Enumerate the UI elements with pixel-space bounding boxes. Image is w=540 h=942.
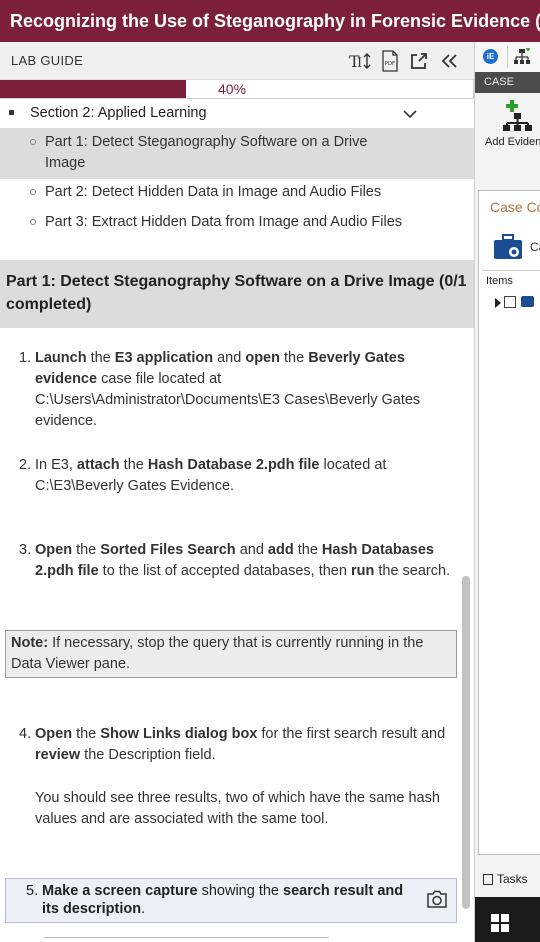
section-bullet xyxy=(9,110,14,115)
step-number: 5. xyxy=(26,883,39,899)
body-text: the Description field. xyxy=(80,747,216,763)
step-4-text: Open the Show Links dialog box for the f… xyxy=(35,724,460,766)
section-label: Section 2: Applied Learning xyxy=(30,105,207,121)
body-text: the xyxy=(72,726,101,742)
step-4-followup-text: You should see three results, two of whi… xyxy=(35,790,440,827)
body-text: the xyxy=(86,350,115,366)
pdf-icon[interactable]: PDF xyxy=(377,48,403,74)
items-tree: Items xyxy=(482,270,540,855)
horizontal-scrollbar[interactable] xyxy=(44,937,329,942)
body-text: to the list of accepted databases, then xyxy=(98,563,351,579)
section-2-row[interactable]: Section 2: Applied Learning xyxy=(0,100,474,128)
part-2-link[interactable]: Part 2: Detect Hidden Data in Image and … xyxy=(0,182,474,208)
step-5-text: Make a screen capture showing the search… xyxy=(42,882,422,918)
emphasis-text: attach xyxy=(76,457,120,473)
body-text: . xyxy=(141,901,146,917)
step-number: 3. xyxy=(19,542,32,558)
emphasis-text: Launch xyxy=(35,350,87,366)
items-label: Items xyxy=(486,275,513,287)
case-content-panel: Case Content Ca Items xyxy=(478,190,540,855)
lab-guide-pane: LAB GUIDE TI PDF 40% Section 2: Applied … xyxy=(0,42,474,942)
emphasis-text: add xyxy=(267,542,294,558)
tree-icon[interactable] xyxy=(513,48,531,66)
add-evidence-icon[interactable] xyxy=(501,98,533,132)
emphasis-text: Make a screen capture xyxy=(42,883,198,899)
progress-fill xyxy=(0,80,187,98)
note-text: If necessary, stop the query that is cur… xyxy=(11,635,424,672)
body-text: and xyxy=(213,350,246,366)
body-text: the xyxy=(293,542,322,558)
body-text: the xyxy=(279,350,309,366)
body-text: the xyxy=(119,457,148,473)
body-text: the xyxy=(72,542,101,558)
emphasis-text: run xyxy=(350,563,375,579)
emphasis-text: open xyxy=(245,350,280,366)
windows-icon[interactable] xyxy=(491,914,509,932)
tasks-tab[interactable]: Tasks xyxy=(497,872,528,886)
e3-case-pane: iE CASE Add Evidence Case Content Ca Ite… xyxy=(474,42,540,942)
briefcase-icon xyxy=(521,296,534,307)
part-3-link[interactable]: Part 3: Extract Hidden Data from Image a… xyxy=(0,212,474,258)
window-title: Recognizing the Use of Steganography in … xyxy=(0,0,540,42)
vertical-scrollbar[interactable] xyxy=(462,576,470,909)
note-box: Note: If necessary, stop the query that … xyxy=(5,630,457,678)
note-label: Note: xyxy=(11,635,49,651)
right-toolbar: iE xyxy=(475,42,540,72)
part-1-label: Part 1: Detect Steganography Software on… xyxy=(45,134,368,171)
progress-bar: 40% xyxy=(0,80,474,99)
lab-guide-title: LAB GUIDE xyxy=(11,53,84,68)
emphasis-text: E3 application xyxy=(114,350,214,366)
emphasis-text: Open xyxy=(35,542,73,558)
emphasis-text: Show Links dialog box xyxy=(100,726,258,742)
body-text: showing the xyxy=(197,883,284,899)
text-size-icon[interactable]: TI xyxy=(347,48,373,74)
camera-icon[interactable] xyxy=(427,890,447,908)
emphasis-text: Sorted Files Search xyxy=(100,542,236,558)
body-text: for the first search result and xyxy=(257,726,446,742)
step-number: 1. xyxy=(19,350,32,366)
toolbar-divider xyxy=(507,46,508,68)
chevron-down-icon[interactable] xyxy=(403,107,417,121)
ie-icon[interactable]: iE xyxy=(483,49,498,64)
part-heading: Part 1: Detect Steganography Software on… xyxy=(0,260,474,328)
list-bullet xyxy=(30,219,36,225)
progress-percent: 40% xyxy=(218,81,247,97)
body-text: and xyxy=(235,542,268,558)
screen-capture-step: 5. Make a screen capture showing the sea… xyxy=(5,878,457,923)
emphasis-text: Open xyxy=(35,726,73,742)
case-content-title: Case Content xyxy=(490,199,540,215)
list-bullet xyxy=(30,189,36,195)
svg-text:I: I xyxy=(357,56,362,71)
case-label[interactable]: Ca xyxy=(530,240,540,254)
step-1-text: Launch the E3 application and open the B… xyxy=(35,348,460,432)
emphasis-text: Hash Database 2.pdh file xyxy=(147,457,320,473)
step-2-text: In E3, attach the Hash Database 2.pdh fi… xyxy=(35,455,460,497)
case-tab[interactable]: CASE xyxy=(475,72,540,93)
emphasis-text: review xyxy=(35,747,81,763)
body-text: In E3, xyxy=(35,457,77,473)
part-2-label: Part 2: Detect Hidden Data in Image and … xyxy=(45,184,382,200)
double-chevron-left-icon[interactable] xyxy=(437,48,463,74)
part-3-label: Part 3: Extract Hidden Data from Image a… xyxy=(45,214,403,230)
step-number: 2. xyxy=(19,457,32,473)
tasks-icon xyxy=(483,874,493,885)
windows-taskbar xyxy=(475,897,540,942)
step-number: 4. xyxy=(19,726,32,742)
pdf-icon-label: PDF xyxy=(385,61,396,67)
list-bullet xyxy=(30,139,36,145)
external-link-icon[interactable] xyxy=(406,48,432,74)
item-checkbox[interactable] xyxy=(504,296,516,308)
body-text: the search. xyxy=(374,563,451,579)
step-3-text: Open the Sorted Files Search and add the… xyxy=(35,540,460,582)
case-briefcase-icon[interactable] xyxy=(492,233,526,261)
expand-triangle-icon[interactable] xyxy=(495,298,501,308)
lab-guide-header: LAB GUIDE TI PDF xyxy=(0,42,474,80)
part-1-link[interactable]: Part 1: Detect Steganography Software on… xyxy=(0,128,474,179)
add-evidence-label[interactable]: Add Evidence xyxy=(485,136,540,148)
